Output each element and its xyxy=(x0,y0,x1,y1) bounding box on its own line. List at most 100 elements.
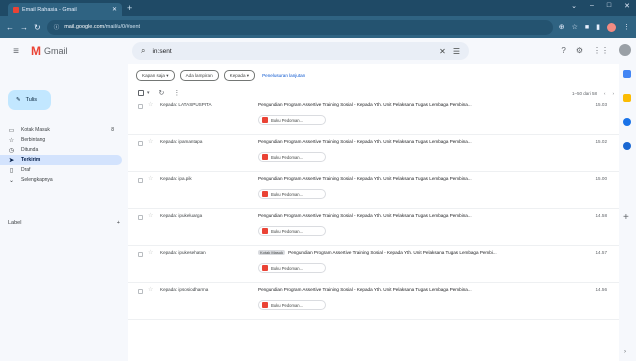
gmail-m-icon: M xyxy=(31,44,41,58)
email-time: 15.00 xyxy=(595,176,608,181)
profile-avatar-icon[interactable] xyxy=(607,22,616,32)
sidebar-item-snoozed[interactable]: ◷ Ditunda xyxy=(0,145,122,155)
search-bar[interactable]: ⌕ in:sent ✕ ☰ xyxy=(132,42,469,60)
select-all-checkbox[interactable] xyxy=(138,90,144,96)
select-dropdown-icon[interactable]: ▾ xyxy=(147,90,150,96)
main-menu-icon[interactable]: ≡ xyxy=(9,46,23,57)
attachment-name: Buku Pedoman... xyxy=(271,117,304,123)
browser-actions: ⊕ ☆ ■ ▮ ⋮ xyxy=(559,22,630,32)
new-tab-button[interactable]: + xyxy=(127,3,132,13)
gmail-logo-text: Gmail xyxy=(44,46,68,56)
email-row[interactable]: ☆ Kepada: LATASPUSPITA Pengundian Progra… xyxy=(128,98,619,135)
next-page-icon[interactable]: › xyxy=(613,91,615,96)
filter-chip-to[interactable]: Kepada ▾ xyxy=(223,70,256,81)
gmail-favicon-icon xyxy=(13,6,19,13)
row-checkbox[interactable] xyxy=(138,141,143,146)
filter-chip-attachment[interactable]: Ada lampiran xyxy=(179,70,219,81)
row-checkbox[interactable] xyxy=(138,252,143,257)
sidebar-item-starred[interactable]: ☆ Berbintang xyxy=(0,135,122,145)
star-icon[interactable]: ☆ xyxy=(148,286,153,293)
sidebar-icon[interactable]: ▮ xyxy=(596,23,600,31)
chevron-right-icon[interactable]: › xyxy=(624,349,626,355)
extensions-icon[interactable]: ■ xyxy=(585,24,589,31)
attachment-chip[interactable]: Buku Pedoman... xyxy=(258,115,326,125)
keep-icon[interactable] xyxy=(623,94,631,102)
attachment-chip[interactable]: Buku Pedoman... xyxy=(258,189,326,199)
star-icon[interactable]: ☆ xyxy=(148,175,153,182)
tasks-icon[interactable] xyxy=(623,118,631,126)
calendar-icon[interactable] xyxy=(623,70,631,78)
prev-page-icon[interactable]: ‹ xyxy=(604,91,606,96)
attachment-chip[interactable]: Buku Pedoman... xyxy=(258,152,326,162)
pdf-icon xyxy=(262,191,268,197)
reload-icon[interactable]: ↻ xyxy=(34,23,41,32)
sidebar-item-label: Terkirim xyxy=(21,157,41,163)
search-input[interactable]: in:sent xyxy=(152,48,432,55)
row-checkbox[interactable] xyxy=(138,104,143,109)
sidebar-item-label: Selengkapnya xyxy=(21,177,53,183)
attachment-name: Buku Pedoman... xyxy=(271,228,304,234)
chevron-down-icon[interactable]: ⌄ xyxy=(571,2,577,10)
minimize-icon[interactable]: – xyxy=(590,2,594,10)
row-checkbox[interactable] xyxy=(138,178,143,183)
email-row[interactable]: ☆ Kepada: ipamantapa Pengundian Program … xyxy=(128,135,619,172)
address-bar[interactable]: ⓘ mail.google.com/mail/u/0/#sent xyxy=(46,19,553,35)
add-addon-icon[interactable]: + xyxy=(623,212,629,223)
browser-tab[interactable]: Email Rahasia - Gmail ✕ xyxy=(8,3,122,16)
more-options-icon[interactable]: ⋮ xyxy=(173,89,180,97)
header-actions: ? ⚙ ⋮⋮ xyxy=(561,44,631,56)
search-icon[interactable]: ⌕ xyxy=(141,46,145,56)
bookmark-star-icon[interactable]: ☆ xyxy=(572,23,578,31)
email-recipient: Kepada: ipa.pik xyxy=(160,176,192,181)
forward-icon[interactable]: → xyxy=(20,23,28,32)
star-icon[interactable]: ☆ xyxy=(148,249,153,256)
advanced-search-link[interactable]: Penelusuran lanjutan xyxy=(262,73,305,78)
pdf-icon xyxy=(262,154,268,160)
search-options-icon[interactable]: ☰ xyxy=(453,47,460,56)
row-checkbox[interactable] xyxy=(138,289,143,294)
row-checkbox[interactable] xyxy=(138,215,143,220)
inbox-label-tag[interactable]: Kotak Masuk xyxy=(258,250,286,255)
apps-grid-icon[interactable]: ⋮⋮ xyxy=(593,46,609,55)
sidebar-item-sent[interactable]: ➤ Terkirim xyxy=(0,155,122,165)
close-window-icon[interactable]: ✕ xyxy=(624,2,630,10)
window-controls: ⌄ – □ ✕ xyxy=(571,2,630,10)
menu-dots-icon[interactable]: ⋮ xyxy=(623,23,630,31)
maximize-icon[interactable]: □ xyxy=(607,2,611,10)
email-subject: Kotak Masuk Pengundian Program Assertive … xyxy=(258,250,497,255)
sidebar-item-more[interactable]: ⌄ Selengkapnya xyxy=(0,175,122,185)
attachment-chip[interactable]: Buku Pedoman... xyxy=(258,300,326,310)
email-subject: Pengundian Program Assertive Training So… xyxy=(258,139,472,144)
close-tab-icon[interactable]: ✕ xyxy=(112,6,117,13)
email-time: 14.56 xyxy=(595,287,608,292)
support-icon[interactable]: ? xyxy=(561,46,565,55)
star-icon[interactable]: ☆ xyxy=(148,101,153,108)
pencil-icon: ✎ xyxy=(16,97,21,103)
account-avatar[interactable] xyxy=(619,44,631,56)
star-icon[interactable]: ☆ xyxy=(148,212,153,219)
browser-tabstrip: Email Rahasia - Gmail ✕ + ⌄ – □ ✕ xyxy=(0,0,636,16)
clear-search-icon[interactable]: ✕ xyxy=(439,47,446,56)
back-icon[interactable]: ← xyxy=(6,23,14,32)
filter-chip-time[interactable]: Kapan saja ▾ xyxy=(136,70,175,81)
attachment-chip[interactable]: Buku Pedoman... xyxy=(258,226,326,236)
attachment-name: Buku Pedoman... xyxy=(271,154,304,160)
pagination: 1–50 dari 58 ‹ › xyxy=(572,91,614,96)
email-row[interactable]: ☆ Kepada: ipa.pik Pengundian Program Ass… xyxy=(128,172,619,209)
compose-button[interactable]: ✎ Tulis xyxy=(8,90,51,110)
pdf-icon xyxy=(262,117,268,123)
add-label-icon[interactable]: + xyxy=(117,220,120,226)
attachment-chip[interactable]: Buku Pedoman... xyxy=(258,263,326,273)
contacts-icon[interactable] xyxy=(623,142,631,150)
sidebar-item-inbox[interactable]: ▭ Kotak Masuk 8 xyxy=(0,125,122,135)
star-icon[interactable]: ☆ xyxy=(148,138,153,145)
gmail-logo[interactable]: M Gmail xyxy=(31,44,126,58)
settings-gear-icon[interactable]: ⚙ xyxy=(576,46,583,55)
email-row[interactable]: ☆ Kepada: ipsosiodharma Pengundian Progr… xyxy=(128,283,619,320)
sidebar-item-drafts[interactable]: ▯ Draf xyxy=(0,165,122,175)
email-row[interactable]: ☆ Kepada: ipukesehatan Kotak Masuk Pengun… xyxy=(128,246,619,283)
install-icon[interactable]: ⊕ xyxy=(559,23,565,31)
refresh-icon[interactable]: ↻ xyxy=(159,89,165,97)
site-info-icon[interactable]: ⓘ xyxy=(54,23,60,31)
email-row[interactable]: ☆ Kepada: ipukeluarga Pengundian Program… xyxy=(128,209,619,246)
